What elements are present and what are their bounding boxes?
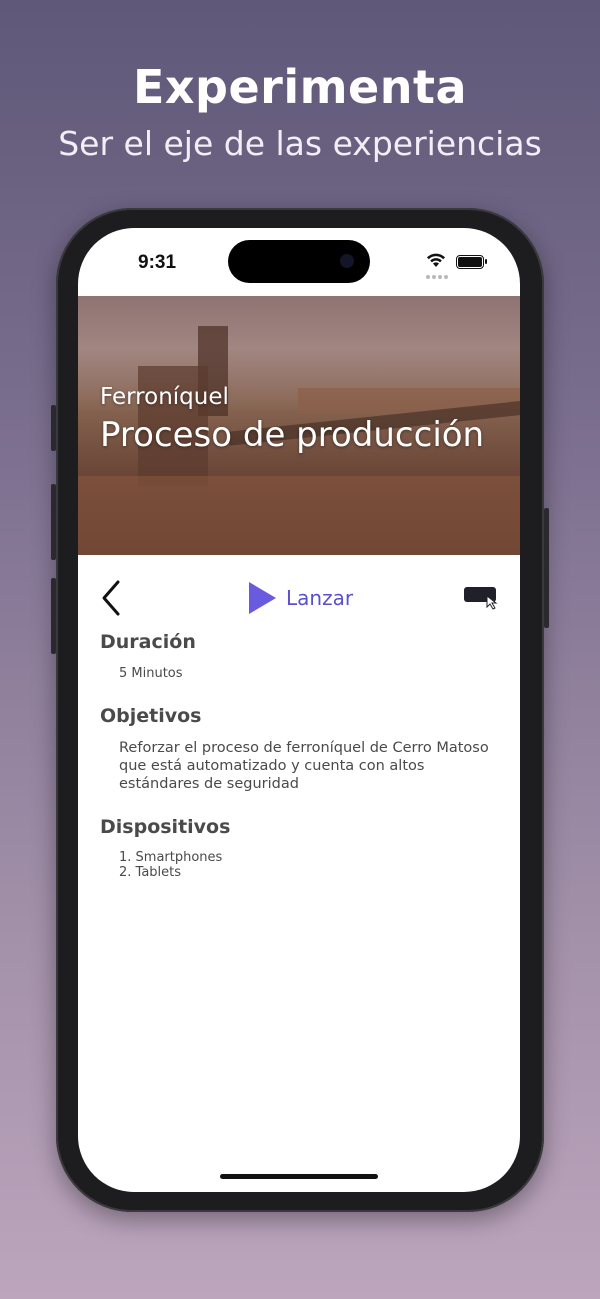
devices-title: Dispositivos: [100, 816, 231, 838]
phone-silent-switch: [51, 405, 56, 451]
wifi-icon: [427, 253, 445, 267]
hero-title: Proceso de producción: [100, 415, 485, 455]
list-item: 1. Smartphones: [119, 850, 223, 865]
camera-icon: [340, 254, 354, 268]
toolbar: Lanzar: [78, 568, 520, 626]
launch-label: Lanzar: [286, 586, 354, 610]
phone-screen: 9:31 Ferroníquel Proceso de producción L…: [78, 228, 520, 1192]
list-item: 2. Tablets: [119, 865, 182, 880]
phone-volume-down: [51, 578, 56, 654]
chevron-left-icon: [102, 580, 120, 616]
duration-value: 5 Minutos: [119, 666, 183, 681]
duration-title: Duración: [100, 631, 196, 653]
back-button[interactable]: [96, 578, 132, 618]
objectives-title: Objetivos: [100, 705, 202, 727]
dynamic-island: [228, 240, 370, 283]
launch-button[interactable]: Lanzar: [246, 578, 353, 618]
battery-icon: [456, 255, 487, 269]
promo-title: Experimenta: [132, 60, 468, 114]
play-icon: [249, 582, 276, 614]
status-time: 9:31: [138, 252, 177, 273]
hero-banner: Ferroníquel Proceso de producción: [78, 296, 520, 555]
promo-subtitle: Ser el eje de las experiencias: [58, 124, 542, 163]
devices-list: 1. Smartphones 2. Tablets: [119, 850, 222, 880]
home-indicator[interactable]: [220, 1174, 378, 1179]
phone-volume-up: [51, 484, 56, 560]
device-touch-icon: [464, 587, 498, 610]
phone-power-button: [544, 508, 549, 628]
objectives-text: Reforzar el proceso de ferroníquel de Ce…: [119, 740, 489, 792]
hero-subtitle: Ferroníquel: [100, 384, 229, 410]
device-button[interactable]: [462, 584, 500, 610]
